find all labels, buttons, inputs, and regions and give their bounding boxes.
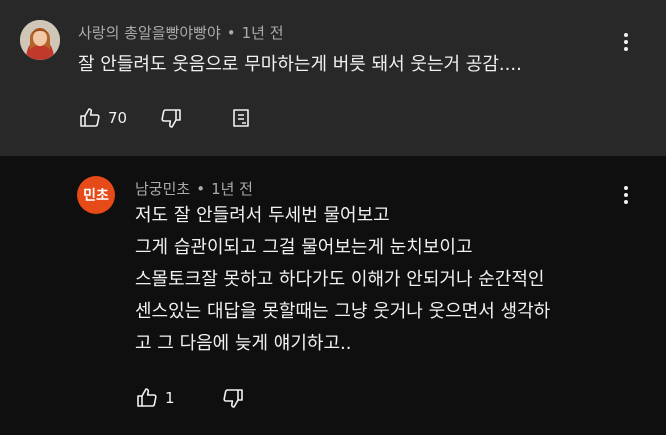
reply-line: 그게 습관이되고 그걸 물어보는게 눈치보이고 [135, 237, 473, 258]
reply-meta: 남궁민초 • 1년 전 [135, 178, 253, 199]
thumbs-down-icon [221, 386, 245, 410]
reply-time[interactable]: 1년 전 [211, 178, 253, 199]
reply-line: 저도 잘 안들려서 두세번 물어보고 [135, 205, 390, 226]
meta-separator: • [226, 24, 236, 42]
reply-button[interactable] [229, 106, 253, 130]
comment-meta: 사랑의 총알을빵야빵야 • 1년 전 [78, 22, 284, 43]
thumbs-down-icon [159, 106, 183, 130]
avatar[interactable] [20, 20, 60, 60]
thumbs-up-icon [78, 106, 102, 130]
reply-line: 스몰토크잘 못하고 하다가도 이해가 안되거나 순간적인 [135, 269, 545, 290]
more-vert-icon[interactable] [616, 30, 636, 54]
reply-author[interactable]: 남궁민초 [135, 178, 190, 199]
thumbs-up-icon [135, 386, 159, 410]
dislike-button[interactable] [221, 386, 245, 410]
like-button[interactable]: 70 [78, 106, 127, 130]
meta-separator: • [196, 180, 206, 198]
comment-text: 잘 안들려도 웃음으로 무마하는게 버릇 돼서 웃는거 공감.... [78, 54, 522, 75]
comment-author[interactable]: 사랑의 총알을빵야빵야 [78, 22, 221, 43]
reply-actions: 1 [135, 386, 245, 410]
comment-actions: 70 [78, 106, 253, 130]
reply-line: 고 그 다음에 늦게 얘기하고.. [135, 333, 352, 354]
reply-line: 센스있는 대답을 못할때는 그냥 웃거나 웃으면서 생각하 [135, 301, 551, 322]
comment-time[interactable]: 1년 전 [242, 22, 284, 43]
like-count: 1 [165, 389, 175, 407]
like-button[interactable]: 1 [135, 386, 175, 410]
more-vert-icon[interactable] [616, 183, 636, 207]
avatar[interactable]: 민초 [77, 176, 115, 214]
like-count: 70 [108, 109, 128, 127]
reply-icon [229, 106, 253, 130]
dislike-button[interactable] [159, 106, 183, 130]
